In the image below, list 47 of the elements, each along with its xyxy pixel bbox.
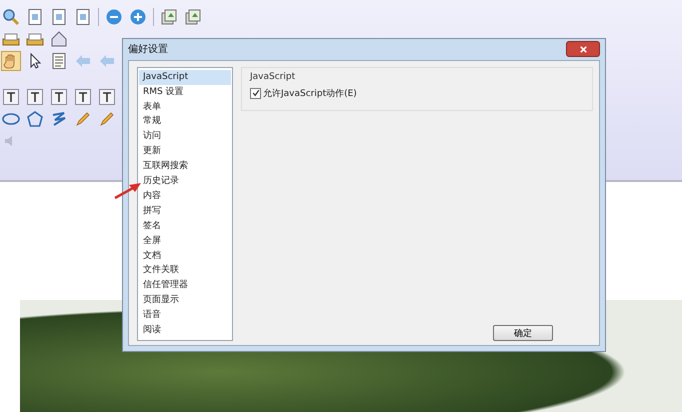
category-item[interactable]: 互联网搜索 [139,159,231,174]
category-item[interactable]: JavaScript [139,70,231,85]
text-tool-icon[interactable] [50,88,68,106]
text-tool-icon[interactable] [26,88,44,106]
house-icon[interactable] [50,30,68,48]
category-item[interactable]: 表单 [139,100,231,114]
hand-icon[interactable] [2,52,20,70]
category-item[interactable]: 内容 [139,188,231,204]
pointer-arrow-drawing [113,180,143,200]
checkbox-option[interactable]: 允许JavaScript动作(E) [250,86,584,100]
category-item[interactable]: 签名 [139,218,231,234]
category-item[interactable]: 文件关联 [139,263,231,278]
pentagon-icon[interactable] [26,110,44,128]
zoom-out-icon[interactable] [105,8,123,26]
group-title: JavaScript [250,72,296,82]
text-tool-icon[interactable] [2,88,20,106]
zigzag-icon[interactable] [50,110,68,128]
zoom-icon[interactable] [2,8,20,26]
zoom-in-icon[interactable] [129,8,147,26]
category-item[interactable]: 页面显示 [139,293,231,308]
category-item[interactable]: 历史记录 [139,174,231,189]
category-item[interactable]: 更新 [139,144,231,160]
category-item[interactable]: 信任管理器 [139,278,231,294]
category-item[interactable]: 全屏 [139,234,231,249]
page-icon[interactable] [74,8,92,26]
category-item[interactable]: 常规 [139,114,231,130]
close-button[interactable] [566,41,600,58]
category-item[interactable]: 语音 [139,308,231,324]
category-item[interactable]: 拼写 [139,204,231,219]
document-icon[interactable] [50,52,68,70]
category-item[interactable]: 阅读 [139,323,231,338]
ok-button[interactable]: 确定 [493,325,553,341]
pages-icon[interactable] [184,8,202,26]
text-tool-icon[interactable] [98,88,116,106]
text-tool-icon[interactable] [74,88,92,106]
pages-icon[interactable] [160,8,178,26]
pencil-icon[interactable] [98,110,116,128]
category-item[interactable]: RMS 设置 [139,84,231,100]
close-icon [578,44,588,54]
dialog-title: 偏好设置 [128,42,168,56]
category-item[interactable]: 文档 [139,248,231,264]
category-item[interactable]: 访问 [139,129,231,144]
page-icon[interactable] [26,8,44,26]
page-icon[interactable] [50,8,68,26]
oval-icon[interactable] [2,110,20,128]
checkbox[interactable] [250,88,261,99]
pencil-icon[interactable] [74,110,92,128]
